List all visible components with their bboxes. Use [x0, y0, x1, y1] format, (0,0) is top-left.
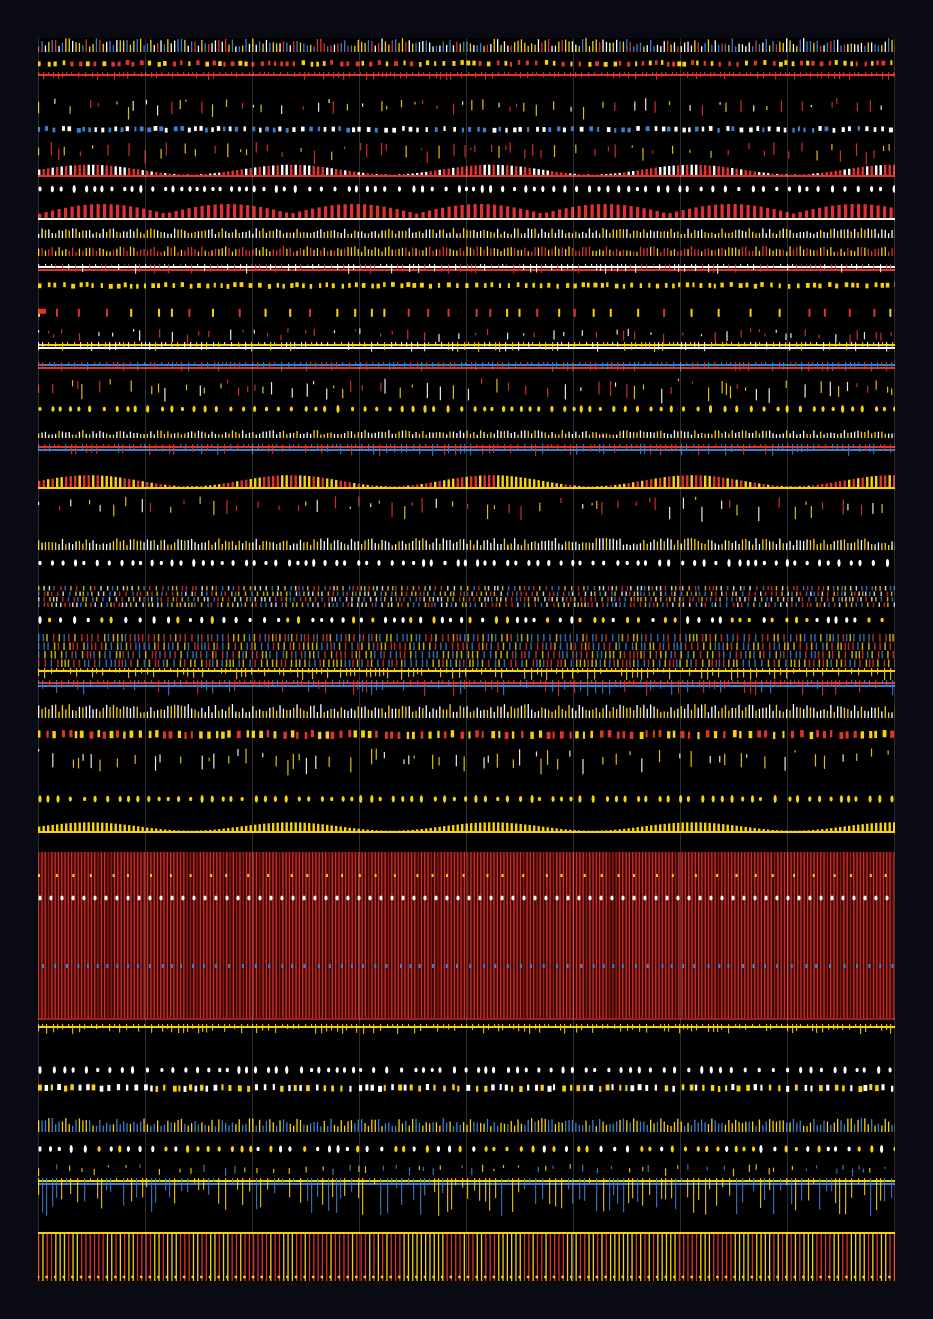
band-sparse-7 — [38, 1164, 886, 1177]
artwork-canvas — [38, 38, 895, 1281]
band-yellow-dashes-1 — [38, 60, 893, 67]
poster-frame — [0, 0, 933, 1319]
band-sparse-4 — [38, 378, 893, 404]
band-yellow-dots-3 — [38, 795, 894, 803]
band-yellow-dashes-4 — [38, 1084, 894, 1092]
band-blue-dashes — [38, 126, 893, 133]
band-sparse-2 — [38, 142, 890, 165]
band-sparse-6 — [38, 748, 889, 776]
band-white-dots-3 — [38, 1066, 892, 1074]
band-sparse-5 — [38, 496, 883, 522]
generative-artwork — [38, 38, 895, 1281]
band-yellow-dots-2 — [38, 616, 884, 624]
band-white-dots-2 — [38, 559, 890, 567]
band-red-blocks — [38, 308, 892, 317]
band-sparse-1 — [38, 98, 882, 120]
